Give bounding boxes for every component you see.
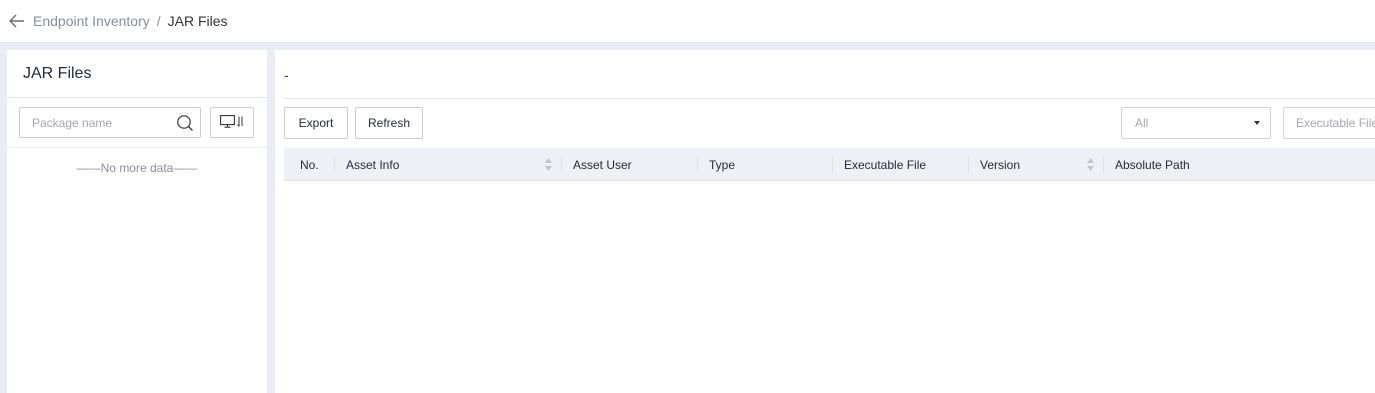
device-filter-button[interactable] — [210, 107, 254, 138]
column-divider — [334, 156, 335, 173]
package-search-box[interactable] — [19, 107, 201, 138]
breadcrumb-separator: / — [156, 13, 161, 29]
column-header-version[interactable]: Version — [980, 148, 1020, 181]
column-divider — [1103, 156, 1104, 173]
main-panel: - Export Refresh All No. Asset Info Asse… — [275, 50, 1375, 393]
left-panel: JAR Files ——No more data—— — [7, 50, 267, 393]
sort-toggle-icon — [237, 116, 244, 130]
column-divider — [561, 156, 562, 173]
column-divider — [968, 156, 969, 173]
column-header-absolute-path: Absolute Path — [1115, 157, 1190, 172]
refresh-button[interactable]: Refresh — [355, 107, 423, 139]
column-header-executable-file: Executable File — [844, 157, 927, 172]
version-sort-icon[interactable] — [1086, 157, 1095, 172]
monitor-icon — [220, 114, 235, 131]
type-select-value: All — [1135, 116, 1149, 130]
table-header: No. Asset Info Asset User Type Executabl… — [284, 148, 1375, 181]
column-header-no: No. — [300, 157, 319, 172]
search-icon[interactable] — [174, 112, 196, 134]
back-arrow-icon[interactable] — [8, 12, 26, 30]
column-divider — [697, 156, 698, 173]
column-header-asset-user: Asset User — [573, 157, 632, 172]
top-bar: Endpoint Inventory / JAR Files — [0, 0, 1375, 42]
type-select[interactable]: All — [1121, 107, 1271, 139]
package-name-input[interactable] — [32, 115, 174, 130]
left-panel-title: JAR Files — [7, 50, 267, 98]
column-divider — [832, 156, 833, 173]
breadcrumb-current: JAR Files — [167, 13, 228, 29]
column-header-asset-info[interactable]: Asset Info — [346, 148, 399, 181]
column-header-type: Type — [709, 157, 736, 172]
executable-file-filter-input[interactable] — [1283, 107, 1375, 139]
export-button[interactable]: Export — [284, 107, 348, 139]
caret-down-icon — [1254, 121, 1260, 125]
toolbar: Export Refresh All — [284, 107, 1375, 139]
main-header: - — [284, 50, 1375, 99]
breadcrumb-parent[interactable]: Endpoint Inventory — [33, 13, 150, 29]
asset-info-sort-icon[interactable] — [544, 157, 553, 172]
left-search-row — [7, 98, 267, 148]
empty-list-text: ——No more data—— — [76, 161, 198, 175]
